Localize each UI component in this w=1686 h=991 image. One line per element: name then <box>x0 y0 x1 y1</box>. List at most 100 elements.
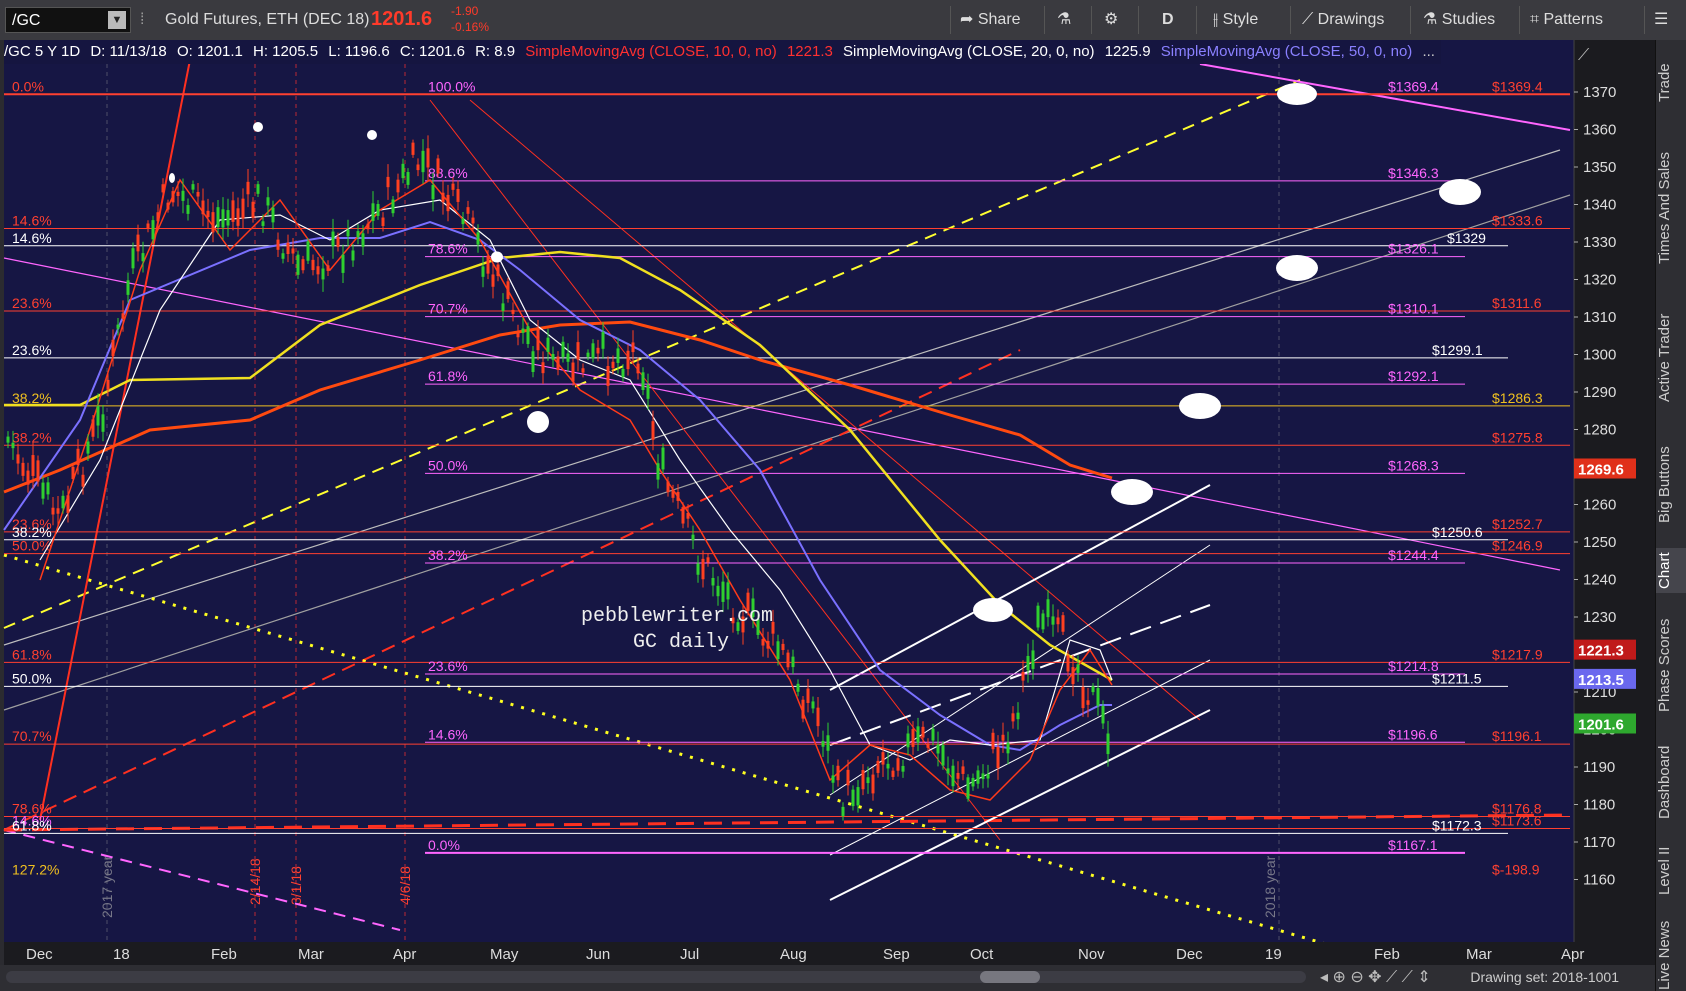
symbol-dropdown-icon[interactable]: ▼ <box>108 11 126 29</box>
candle-body <box>531 351 535 373</box>
candle-body <box>806 688 810 703</box>
candle-body <box>311 259 315 271</box>
candle-body <box>271 207 275 223</box>
candle-body <box>901 765 905 772</box>
candle-body <box>396 179 400 193</box>
candle-body <box>981 773 985 780</box>
candle-body <box>956 772 960 779</box>
tab-active-trader[interactable]: Active Trader <box>1656 295 1686 420</box>
fib-mid-label: 61.8% <box>428 368 468 384</box>
candle-body <box>641 372 645 390</box>
drawing-set-label[interactable]: Drawing set: 2018-1001 <box>1470 969 1619 985</box>
candle-body <box>356 231 360 238</box>
candle-body <box>51 507 55 515</box>
tab-trade[interactable]: Trade <box>1656 48 1686 118</box>
zoom-controls-icon[interactable]: ◂ ⊕ ⊖ ✥ ⟋ ⟋ ⇕ <box>1320 967 1431 987</box>
candle-body <box>1051 616 1055 625</box>
info-high: H: 1205.5 <box>253 43 319 60</box>
candle-body <box>376 204 380 216</box>
candle-body <box>816 707 820 727</box>
hamburger-icon: ☰ <box>1654 11 1669 28</box>
candle-body <box>521 328 525 333</box>
fib-right-white-label: $1250.6 <box>1432 524 1483 540</box>
fib-right-red-label: $1311.6 <box>1492 295 1542 311</box>
candle-body <box>436 158 440 174</box>
sma20-label[interactable]: SimpleMovingAvg (CLOSE, 20, 0, no) <box>843 43 1095 60</box>
style-button[interactable]: ⫲ Style <box>1213 0 1258 40</box>
candle-body <box>871 774 875 794</box>
price-chart[interactable]: 2/14/18 3/1/18 4/6/18 2017 year 2018 year 0.0… <box>0 40 1655 965</box>
candle-body <box>801 699 805 719</box>
share-button[interactable]: ➦ Share <box>960 0 1021 40</box>
candle-body <box>511 309 515 314</box>
fib-right-red-label: $1333.6 <box>1492 213 1543 229</box>
candle-body <box>161 184 165 193</box>
tab-times-and-sales[interactable]: Times And Sales <box>1656 128 1686 288</box>
fib-mid-label: 14.6% <box>428 726 468 742</box>
price-axis-label: 1180 <box>1583 797 1615 814</box>
candle-body <box>46 482 50 495</box>
chart-info-bar: /GC 5 Y 1D D: 11/13/18 O: 1201.1 H: 1205… <box>4 40 1441 64</box>
candle-body <box>621 368 625 378</box>
price-badge-label: 1269.6 <box>1578 462 1624 479</box>
candle-body <box>451 183 455 190</box>
price-axis-label: 1350 <box>1583 159 1616 176</box>
candle-body <box>586 352 590 357</box>
candle-body <box>56 508 60 514</box>
price-axis-label: 1170 <box>1583 834 1615 851</box>
time-axis-label: May <box>490 946 519 963</box>
tab-chart[interactable]: Chart <box>1656 548 1686 593</box>
flask-button[interactable]: ⚗ <box>1057 0 1071 40</box>
patterns-button[interactable]: ⌗ Patterns <box>1530 0 1603 40</box>
candle-body <box>821 740 825 747</box>
tab-dashboard[interactable]: Dashboard <box>1656 740 1686 825</box>
info-date: D: 11/13/18 <box>90 43 167 60</box>
candle-body <box>166 202 170 210</box>
candle-body <box>991 732 995 750</box>
aggregation-period-button[interactable]: D <box>1162 0 1174 40</box>
scrollbar-thumb[interactable] <box>980 971 1040 983</box>
studies-button[interactable]: ⚗ Studies <box>1423 0 1495 40</box>
time-axis-label: Mar <box>298 946 324 963</box>
price-badge-label: 1201.6 <box>1578 717 1624 734</box>
symbol-input[interactable]: /GC ▼ <box>5 7 131 33</box>
date-marker-label: 2/14/18 <box>247 858 263 905</box>
scrollbar-track[interactable] <box>6 971 1306 983</box>
candle-body <box>221 209 225 228</box>
sma50-label[interactable]: SimpleMovingAvg (CLOSE, 50, 0, no) <box>1161 43 1413 60</box>
menu-button[interactable]: ☰ <box>1654 0 1668 40</box>
time-axis-label: Jun <box>586 946 610 963</box>
tab-live-news[interactable]: Live News <box>1656 920 1686 990</box>
candle-body <box>476 232 480 245</box>
drawings-button[interactable]: ⟋ Drawings <box>1302 0 1384 40</box>
candle-body <box>371 203 375 221</box>
time-axis-label: 19 <box>1265 946 1282 963</box>
grip-icon[interactable]: ⁞ <box>140 11 144 29</box>
time-axis-label: Jul <box>680 946 699 963</box>
fib-right-pink-label: $1196.6 <box>1388 726 1438 742</box>
tab-level-ii[interactable]: Level II <box>1656 840 1686 902</box>
candle-body <box>896 758 900 771</box>
candle-body <box>1061 615 1065 632</box>
bottom-scrollbar[interactable]: ◂ ⊕ ⊖ ✥ ⟋ ⟋ ⇕ Drawing set: 2018-1001 <box>0 965 1655 991</box>
candle-body <box>1081 686 1085 709</box>
tab-big-buttons[interactable]: Big Buttons <box>1656 430 1686 540</box>
fib-left-label: 38.2% <box>12 390 52 406</box>
info-symbol: /GC 5 Y 1D <box>4 43 81 60</box>
candle-body <box>876 760 880 773</box>
more-studies-ellipsis[interactable]: ... <box>1422 43 1435 60</box>
date-marker-label: 2017 year <box>99 855 115 918</box>
sma10-value: 1221.3 <box>786 43 833 60</box>
candle-body <box>71 466 75 479</box>
candle-body <box>61 495 65 509</box>
candle-body <box>836 765 840 781</box>
fib-right-white-label: $1211.5 <box>1432 670 1482 686</box>
candle-body <box>496 264 500 277</box>
candle-body <box>666 481 670 493</box>
candle-body <box>276 239 280 250</box>
tab-phase-scores[interactable]: Phase Scores <box>1656 600 1686 730</box>
settings-button[interactable]: ⚙ <box>1104 0 1118 40</box>
candle-body <box>506 281 510 299</box>
candle-body <box>596 347 600 354</box>
sma10-label[interactable]: SimpleMovingAvg (CLOSE, 10, 0, no) <box>525 43 777 60</box>
